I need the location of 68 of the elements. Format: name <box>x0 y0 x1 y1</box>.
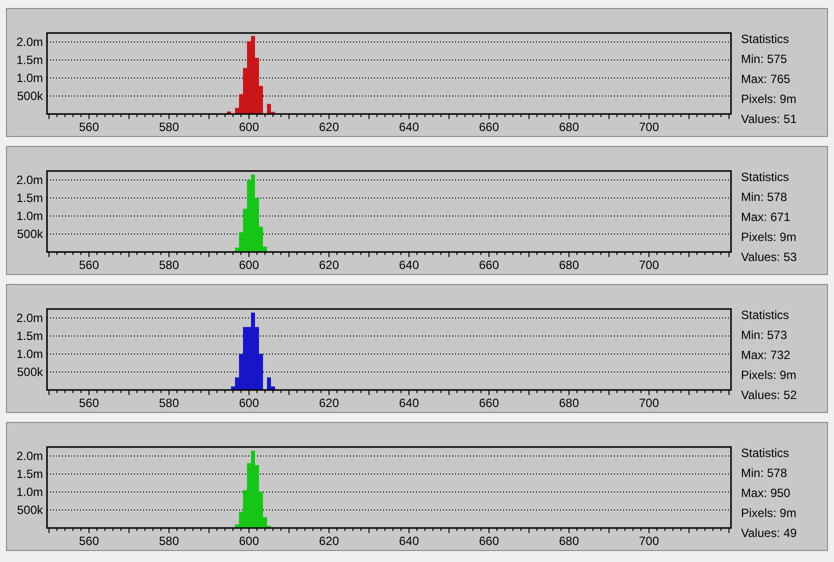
x-tick-label: 660 <box>478 120 500 134</box>
statistic-text: Max: 950 <box>741 485 792 502</box>
y-tick-label: 500k <box>16 365 43 379</box>
x-tick-label: 680 <box>558 534 580 548</box>
x-tick-label: 580 <box>158 534 180 548</box>
x-tick-label: 580 <box>158 258 180 272</box>
statistics-title: Statistics <box>741 445 790 462</box>
statistic-text: Pixels: 9m <box>741 367 797 384</box>
x-tick-label: 640 <box>398 534 420 548</box>
y-tick-label: 500k <box>16 89 43 103</box>
y-tick-label: 2.0m <box>16 311 43 325</box>
statistic-text: Values: 52 <box>741 387 797 404</box>
statistic-text: Pixels: 9m <box>741 91 797 108</box>
x-tick-label: 600 <box>238 396 260 410</box>
statistic-text: Pixels: 9m <box>741 505 797 522</box>
x-tick-label: 640 <box>398 120 420 134</box>
statistics-title: Statistics <box>741 307 790 324</box>
y-tick-label: 2.0m <box>16 173 43 187</box>
statistics-title: Statistics <box>741 31 790 48</box>
x-tick-label: 560 <box>78 258 100 272</box>
x-tick-label: 660 <box>478 534 500 548</box>
y-tick-label: 1.5m <box>16 329 43 343</box>
x-tick-label: 580 <box>158 396 180 410</box>
x-tick-label: 620 <box>318 120 340 134</box>
x-tick-label: 640 <box>398 258 420 272</box>
statistic-text: Max: 765 <box>741 71 792 88</box>
y-tick-label: 2.0m <box>16 35 43 49</box>
x-tick-label: 700 <box>638 120 660 134</box>
statistic-text: Min: 573 <box>741 327 788 344</box>
y-tick-label: 2.0m <box>16 449 43 463</box>
x-tick-label: 600 <box>238 120 260 134</box>
x-tick-label: 560 <box>78 396 100 410</box>
statistic-text: Min: 578 <box>741 189 788 206</box>
x-tick-label: 660 <box>478 396 500 410</box>
x-tick-label: 680 <box>558 396 580 410</box>
x-tick-label: 600 <box>238 258 260 272</box>
x-tick-label: 640 <box>398 396 420 410</box>
x-tick-label: 700 <box>638 258 660 272</box>
y-tick-label: 1.5m <box>16 467 43 481</box>
statistic-text: Values: 49 <box>741 525 797 542</box>
statistic-text: Max: 732 <box>741 347 792 364</box>
x-tick-label: 660 <box>478 258 500 272</box>
x-tick-label: 620 <box>318 396 340 410</box>
x-tick-label: 560 <box>78 120 100 134</box>
y-tick-label: 1.0m <box>16 347 43 361</box>
y-tick-label: 1.0m <box>16 71 43 85</box>
y-tick-label: 500k <box>16 227 43 241</box>
x-tick-label: 600 <box>238 534 260 548</box>
y-tick-label: 1.5m <box>16 53 43 67</box>
statistic-text: Min: 578 <box>741 465 788 482</box>
x-tick-label: 620 <box>318 534 340 548</box>
x-tick-label: 620 <box>318 258 340 272</box>
statistic-text: Max: 671 <box>741 209 792 226</box>
statistic-text: Min: 575 <box>741 51 788 68</box>
x-tick-label: 700 <box>638 396 660 410</box>
statistics-title: Statistics <box>741 169 790 186</box>
statistic-text: Values: 53 <box>741 249 797 266</box>
x-tick-label: 680 <box>558 120 580 134</box>
statistic-text: Values: 51 <box>741 111 797 128</box>
x-tick-label: 680 <box>558 258 580 272</box>
y-tick-label: 1.0m <box>16 485 43 499</box>
statistic-text: Pixels: 9m <box>741 229 797 246</box>
y-tick-label: 1.0m <box>16 209 43 223</box>
x-tick-label: 580 <box>158 120 180 134</box>
x-tick-label: 560 <box>78 534 100 548</box>
y-tick-label: 1.5m <box>16 191 43 205</box>
y-tick-label: 500k <box>16 503 43 517</box>
x-tick-label: 700 <box>638 534 660 548</box>
